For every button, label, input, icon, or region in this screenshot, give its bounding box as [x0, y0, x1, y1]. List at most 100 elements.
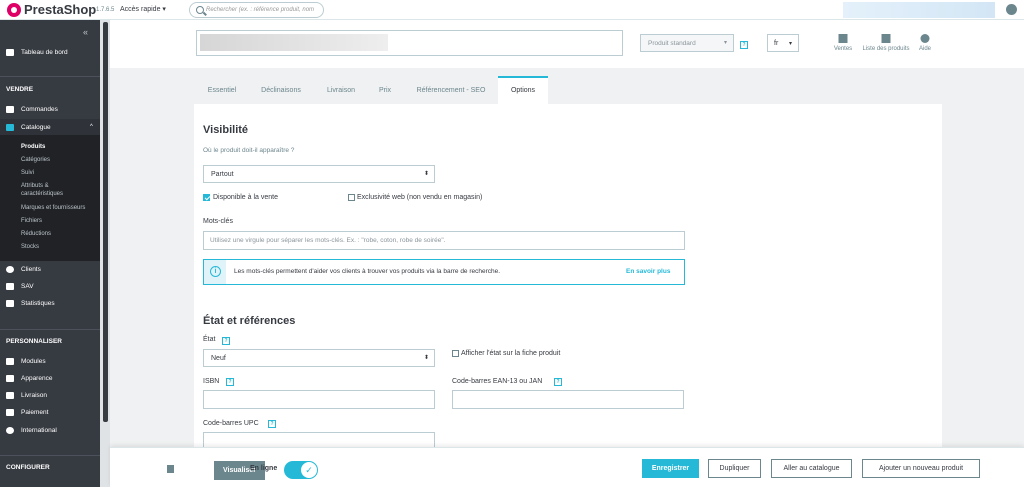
sidebar-item-label: Clients [21, 266, 41, 273]
divider [0, 76, 100, 77]
isbn-input[interactable] [203, 390, 435, 409]
sidebar-item-modules[interactable]: Modules [0, 353, 100, 370]
sidebar-item-sav[interactable]: SAV [0, 278, 100, 295]
sidebar-item-label: Apparence [21, 375, 53, 382]
go-to-catalog-button[interactable]: Aller au catalogue [771, 459, 852, 478]
duplicate-button[interactable]: Dupliquer [708, 459, 761, 478]
bar-chart-icon [6, 300, 14, 307]
submenu-item-categories[interactable]: Catégories [21, 157, 50, 163]
trend-icon [6, 49, 14, 56]
sidebar-item-label: Commandes [21, 106, 58, 113]
user-account-icon[interactable] [1006, 4, 1017, 15]
sidebar-item-customers[interactable]: Clients [0, 261, 100, 278]
list-icon [881, 34, 891, 43]
sidebar-item-appearance[interactable]: Apparence [0, 370, 100, 387]
add-new-product-button[interactable]: Ajouter un nouveau produit [862, 459, 980, 478]
sidebar-item-international[interactable]: International [0, 422, 100, 439]
submenu-item-monitoring[interactable]: Suivi [21, 170, 34, 176]
sidebar-item-label: Catalogue [21, 124, 51, 131]
show-condition-label: Afficher l'état sur la fiche produit [461, 350, 561, 357]
web-only-checkbox[interactable] [348, 194, 355, 201]
condition-value: Neuf [211, 355, 226, 362]
help-icon[interactable]: ? [226, 378, 234, 386]
search-input[interactable]: Rechercher (ex. : référence produit, nom [206, 7, 314, 13]
sidebar: « Tableau de bord VENDRE Commandes Catal… [0, 20, 100, 487]
store-icon [6, 124, 14, 131]
question-icon [920, 34, 930, 43]
section-customize: PERSONNALISER [6, 338, 62, 345]
product-type-value: Produit standard [648, 40, 696, 47]
help-label: Aide [918, 46, 932, 52]
condition-select[interactable]: Neuf ⬍ [203, 349, 435, 367]
prestashop-logo-icon[interactable] [7, 3, 21, 17]
visibility-heading: Visibilité [203, 124, 249, 136]
submenu-item-brands[interactable]: Marques et fournisseurs [21, 205, 85, 211]
help-icon[interactable]: ? [222, 337, 230, 345]
collapse-sidebar-icon[interactable]: « [83, 27, 88, 37]
submenu-item-attributes[interactable]: Attributs & [21, 183, 49, 189]
cart-icon [6, 106, 14, 113]
sidebar-item-dashboard[interactable]: Tableau de bord [0, 44, 100, 61]
select-arrow-icon: ⬍ [423, 171, 429, 177]
version-label: 1.7.6.5 [96, 7, 115, 13]
sidebar-item-catalog[interactable]: Catalogue ^ [0, 119, 100, 136]
credit-card-icon [6, 409, 14, 416]
sales-label: Ventes [833, 46, 853, 52]
sidebar-item-payment[interactable]: Paiement [0, 404, 100, 421]
submenu-item-discounts[interactable]: Réductions [21, 231, 51, 237]
chevron-down-icon: ▾ [723, 40, 727, 46]
logo-text[interactable]: PrestaShop [24, 2, 96, 17]
blurred-shop-name [843, 2, 995, 18]
check-icon[interactable]: ✓ [301, 462, 317, 478]
tab-seo[interactable]: Référencement - SEO [408, 78, 494, 104]
sidebar-item-label: SAV [21, 283, 34, 290]
product-type-select[interactable]: Produit standard ▾ [640, 34, 734, 52]
upc-label: Code-barres UPC [203, 420, 259, 427]
search-icon[interactable] [196, 6, 204, 14]
save-button[interactable]: Enregistrer [642, 459, 699, 478]
language-select[interactable]: fr ▾ [767, 34, 799, 52]
sidebar-item-stats[interactable]: Statistiques [0, 295, 100, 312]
available-for-order-label: Disponible à la vente [213, 194, 278, 201]
available-for-order-checkbox[interactable] [203, 194, 210, 201]
sidebar-item-label: International [21, 427, 57, 434]
keywords-placeholder: Utilisez une virgule pour séparer les mo… [210, 237, 446, 244]
puzzle-icon [6, 358, 14, 365]
submenu-item-attributes-line2[interactable]: caractéristiques [21, 191, 63, 197]
divider [0, 329, 100, 330]
help-icon[interactable]: ? [268, 420, 276, 428]
sidebar-item-orders[interactable]: Commandes [0, 101, 100, 118]
submenu-item-stocks[interactable]: Stocks [21, 244, 39, 250]
quick-access-menu[interactable]: Accès rapide ▾ [120, 5, 166, 13]
section-configure: CONFIGURER [6, 464, 50, 471]
top-bar: PrestaShop 1.7.6.5 Accès rapide ▾ Recher… [0, 0, 1024, 20]
chat-icon [6, 283, 14, 290]
submenu-item-files[interactable]: Fichiers [21, 218, 42, 224]
tab-shipping[interactable]: Livraison [319, 78, 363, 104]
submenu-item-products[interactable]: Produits [21, 144, 45, 150]
ean-input[interactable] [452, 390, 684, 409]
tab-options[interactable]: Options [498, 76, 548, 104]
keywords-info-alert: i Les mots-clés permettent d'aider vos c… [203, 259, 685, 285]
tab-combinations[interactable]: Déclinaisons [252, 78, 310, 104]
sidebar-item-shipping[interactable]: Livraison [0, 387, 100, 404]
help-icon[interactable]: ? [740, 41, 748, 49]
truck-icon [6, 392, 14, 399]
search-box[interactable]: Rechercher (ex. : référence produit, nom [189, 2, 324, 18]
bar-chart-icon [838, 34, 848, 43]
divider [0, 455, 100, 456]
help-icon[interactable]: ? [554, 378, 562, 386]
show-condition-checkbox[interactable] [452, 350, 459, 357]
visibility-select[interactable]: Partout ⬍ [203, 165, 435, 183]
tab-essentials[interactable]: Essentiel [200, 78, 244, 104]
sidebar-scrollbar-thumb[interactable] [103, 22, 108, 422]
keywords-input[interactable]: Utilisez une virgule pour séparer les mo… [203, 231, 685, 250]
sidebar-item-label: Statistiques [21, 300, 55, 307]
tab-pricing[interactable]: Prix [372, 78, 398, 104]
condition-label: État [203, 336, 216, 343]
trash-icon[interactable] [167, 465, 174, 473]
info-icon: i [210, 266, 221, 277]
globe-icon [6, 427, 14, 434]
learn-more-link[interactable]: En savoir plus [626, 268, 670, 275]
chevron-up-icon: ^ [90, 124, 93, 130]
